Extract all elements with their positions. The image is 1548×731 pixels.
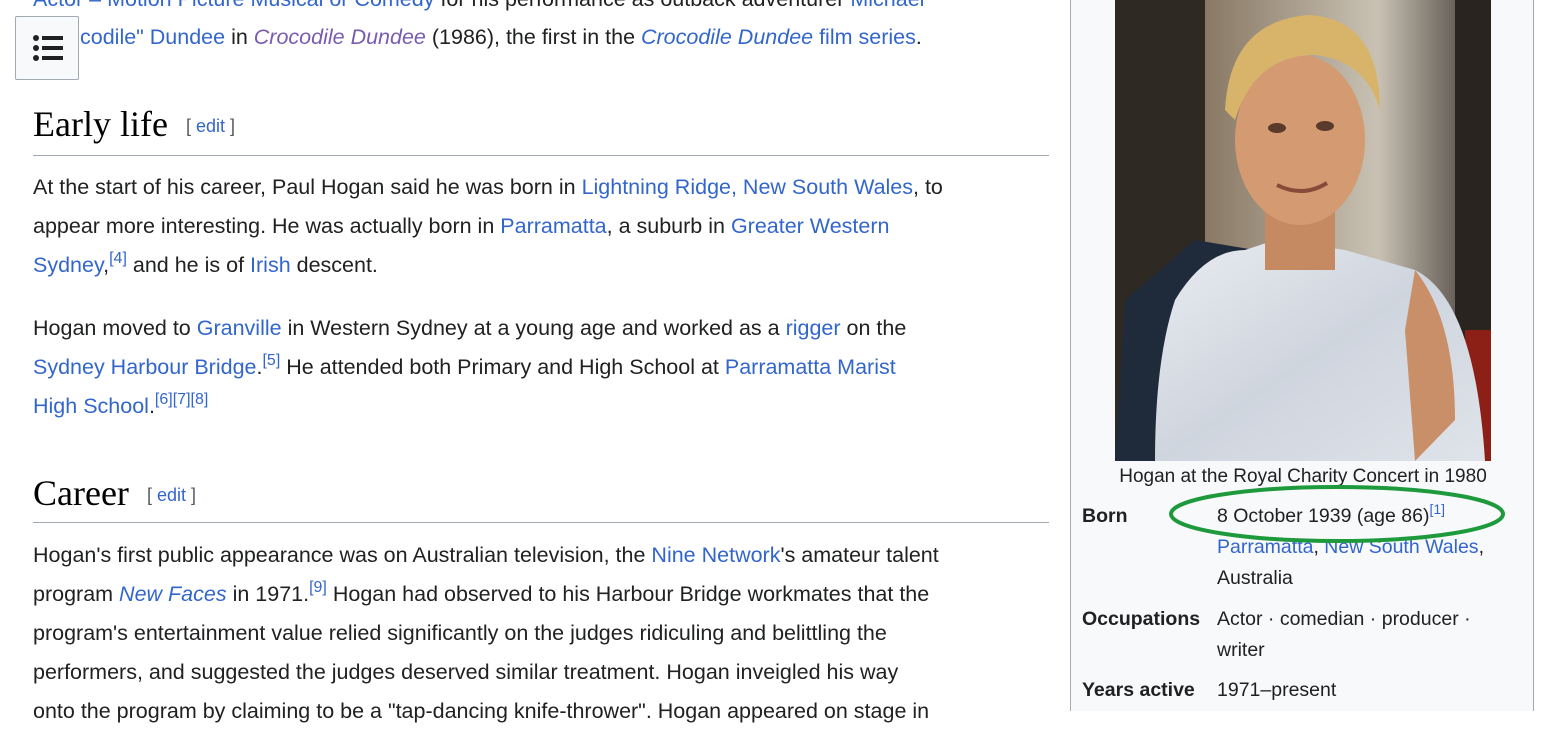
occupations-value: Actor · comedian · producer · writer bbox=[1217, 604, 1471, 666]
heading-title: Career bbox=[33, 473, 129, 513]
text: 's amateur talent bbox=[780, 543, 939, 567]
years-active-value: 1971–present bbox=[1217, 679, 1337, 701]
section-heading-career: Career [ edit ] bbox=[33, 471, 1049, 523]
paragraph-line: Sydney,[4] and he is of Irish descent. bbox=[33, 246, 1053, 285]
text: (1986), the first in the bbox=[425, 25, 641, 49]
text: , to bbox=[913, 175, 943, 199]
years-active-label: Years active bbox=[1082, 679, 1195, 701]
link-parramatta-marist-2[interactable]: High School bbox=[33, 394, 149, 418]
link-rigger[interactable]: rigger bbox=[786, 316, 841, 340]
text: Hogan had observed to his Harbour Bridge… bbox=[326, 582, 930, 606]
edit-section: [ edit ] bbox=[147, 485, 196, 505]
link-film-series[interactable]: film series bbox=[813, 25, 916, 49]
text: , a suburb in bbox=[606, 214, 731, 238]
link-golden-globe[interactable]: Actor – Motion Picture Musical or Comedy bbox=[33, 0, 434, 11]
text: in Western Sydney at a young age and wor… bbox=[281, 316, 786, 340]
paragraph-line: Hogan moved to Granville in Western Sydn… bbox=[33, 309, 1053, 348]
text: in 1971. bbox=[226, 582, 310, 606]
edit-link-early-life[interactable]: edit bbox=[196, 116, 225, 136]
toc-toggle-button[interactable] bbox=[15, 16, 79, 80]
intro-line-1: Actor – Motion Picture Musical or Comedy… bbox=[33, 0, 1053, 19]
link-parramatta-marist[interactable]: Parramatta Marist bbox=[725, 355, 896, 379]
text: program bbox=[33, 582, 120, 606]
text: Hogan's first public appearance was on A… bbox=[33, 543, 652, 567]
portrait-photo[interactable] bbox=[1115, 0, 1491, 461]
paragraph-line: onto the program by claiming to be a "ta… bbox=[33, 699, 930, 723]
link-nine-network[interactable]: Nine Network bbox=[651, 543, 780, 567]
text: on the bbox=[840, 316, 907, 340]
born-label: Born bbox=[1082, 505, 1128, 527]
link-irish[interactable]: Irish bbox=[250, 253, 291, 277]
list-icon bbox=[33, 35, 63, 61]
portrait-image bbox=[1115, 0, 1491, 461]
paragraph-line: Hogan's first public appearance was on A… bbox=[33, 536, 1053, 575]
born-country: Australia bbox=[1217, 567, 1293, 589]
text: descent. bbox=[290, 253, 378, 277]
edit-link-career[interactable]: edit bbox=[157, 485, 186, 505]
paragraph-line: Sydney Harbour Bridge.[5] He attended bo… bbox=[33, 348, 1053, 387]
link-michael[interactable]: Michael bbox=[850, 0, 924, 11]
edit-section: [ edit ] bbox=[186, 116, 235, 136]
occupations-label: Occupations bbox=[1082, 608, 1201, 630]
occupations-line: writer bbox=[1217, 639, 1265, 661]
infobox: Hogan at the Royal Charity Concert in 19… bbox=[1070, 0, 1534, 711]
text: . bbox=[915, 25, 922, 49]
text: in bbox=[225, 25, 254, 49]
link-crocodile-dundee-film[interactable]: Crocodile Dundee bbox=[254, 25, 426, 49]
citation-9[interactable]: [9] bbox=[309, 579, 327, 596]
paragraph-line: program's entertainment value relied sig… bbox=[33, 621, 887, 645]
bracket: [ bbox=[185, 116, 191, 136]
link-lightning-ridge[interactable]: Lightning Ridge, New South Wales bbox=[582, 175, 913, 199]
paragraph-line: appear more interesting. He was actually… bbox=[33, 207, 1053, 246]
text: At the start of his career, Paul Hogan s… bbox=[33, 175, 582, 199]
link-sydney-harbour-bridge[interactable]: Sydney Harbour Bridge bbox=[33, 355, 256, 379]
citation-6[interactable]: [6] bbox=[155, 391, 173, 408]
bracket: [ bbox=[146, 485, 152, 505]
occupations-line: Actor · comedian · producer · bbox=[1217, 608, 1471, 630]
link-michael-dundee[interactable]: codile" Dundee bbox=[80, 25, 225, 49]
text: for his performance as outback adventure… bbox=[434, 0, 850, 11]
text: He attended both Primary and High School… bbox=[280, 355, 725, 379]
paragraph-line: High School.[6][7][8] bbox=[33, 387, 1053, 426]
link-greater-western-sydney-2[interactable]: Sydney bbox=[33, 253, 103, 277]
bracket: ] bbox=[230, 116, 236, 136]
paragraph-line: program New Faces in 1971.[9] Hogan had … bbox=[33, 575, 1053, 614]
paragraph-line: At the start of his career, Paul Hogan s… bbox=[33, 168, 1053, 207]
link-crocodile-dundee-series[interactable]: Crocodile Dundee bbox=[641, 25, 813, 49]
link-granville[interactable]: Granville bbox=[197, 316, 282, 340]
link-greater-western-sydney[interactable]: Greater Western bbox=[731, 214, 890, 238]
annotation-ellipse bbox=[1169, 485, 1505, 543]
link-new-faces[interactable]: New Faces bbox=[119, 582, 227, 606]
text: and he is of bbox=[126, 253, 251, 277]
citation-7[interactable]: [7] bbox=[173, 391, 191, 408]
heading-title: Early life bbox=[33, 104, 168, 144]
bracket: ] bbox=[191, 485, 197, 505]
paragraph-line: performers, and suggested the judges des… bbox=[33, 660, 899, 684]
section-heading-early-life: Early life [ edit ] bbox=[33, 102, 1049, 156]
text: appear more interesting. He was actually… bbox=[33, 214, 501, 238]
text: Hogan moved to bbox=[33, 316, 197, 340]
link-parramatta[interactable]: Parramatta bbox=[500, 214, 606, 238]
citation-5[interactable]: [5] bbox=[262, 352, 280, 369]
citation-4[interactable]: [4] bbox=[109, 250, 127, 267]
citation-8[interactable]: [8] bbox=[191, 391, 209, 408]
intro-line-2: codile" Dundee in Crocodile Dundee (1986… bbox=[33, 18, 1053, 57]
